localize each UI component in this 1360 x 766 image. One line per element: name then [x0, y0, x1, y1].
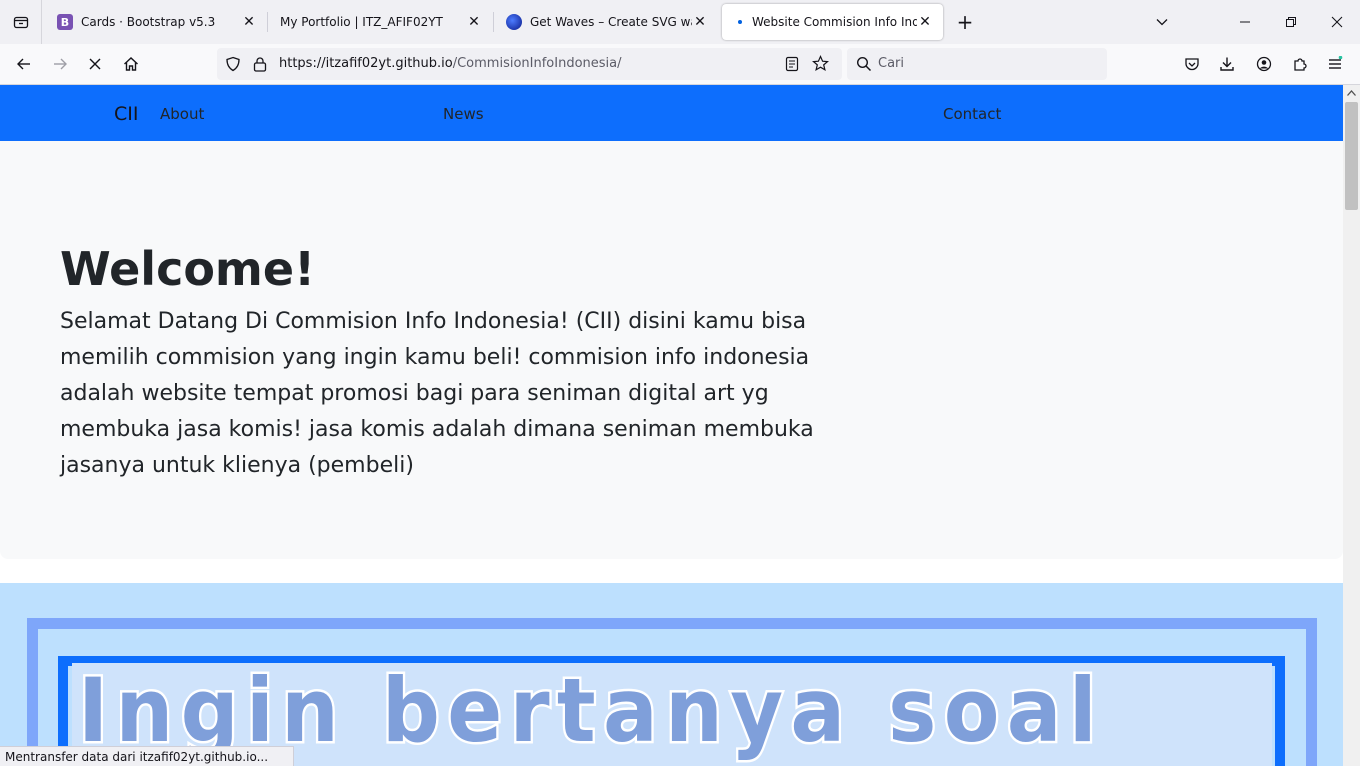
hero-section: Welcome! Selamat Datang Di Commision Inf… [0, 141, 1343, 559]
forward-button[interactable] [45, 50, 75, 78]
search-icon [856, 56, 872, 72]
bootstrap-icon: B [57, 14, 73, 30]
tab-strip: B Cards · Bootstrap v5.3 ✕ My Portfolio … [0, 0, 1360, 44]
restore-icon [1286, 17, 1296, 27]
pocket-button[interactable] [1177, 50, 1207, 78]
chevron-down-icon [1156, 19, 1168, 26]
site-brand-link[interactable]: CII [114, 103, 138, 125]
hero-text: Selamat Datang Di Commision Info Indones… [60, 309, 814, 478]
close-window-button[interactable] [1314, 0, 1360, 44]
tab-title: Website Commision Info Indon [752, 15, 917, 29]
nav-link-about[interactable]: About [160, 105, 204, 123]
question-banner-section: Ingin bertanya soal [0, 583, 1343, 766]
close-icon[interactable]: ✕ [466, 14, 482, 30]
pocket-icon [1185, 58, 1199, 71]
extensions-button[interactable] [1285, 50, 1315, 78]
close-icon[interactable]: ✕ [692, 14, 708, 30]
minimize-button[interactable] [1222, 0, 1268, 44]
tab-commision-info[interactable]: Website Commision Info Indon ✕ [722, 4, 943, 40]
tab-overview-button[interactable] [0, 0, 42, 44]
tab-get-waves[interactable]: Get Waves – Create SVG waves f ✕ [496, 4, 718, 40]
status-panel: Mentransfer data dari itzafif02yt.github… [0, 746, 294, 766]
tab-list-icon [13, 16, 28, 29]
restore-button[interactable] [1268, 0, 1314, 44]
search-placeholder: Cari [878, 56, 904, 71]
menu-button[interactable] [1320, 50, 1350, 78]
reader-view-icon[interactable] [785, 56, 799, 72]
page-scrollbar[interactable] [1343, 85, 1360, 766]
scroll-up-arrow-icon[interactable] [1346, 89, 1357, 97]
getwaves-icon [506, 14, 522, 30]
bookmark-star-icon[interactable] [812, 55, 829, 72]
account-button[interactable] [1249, 50, 1279, 78]
tab-bootstrap-cards[interactable]: B Cards · Bootstrap v5.3 ✕ [47, 4, 267, 40]
puzzle-icon [1294, 58, 1307, 71]
tab-title: Cards · Bootstrap v5.3 [81, 15, 216, 29]
search-bar[interactable]: Cari [847, 48, 1107, 80]
close-icon[interactable]: ✕ [917, 14, 933, 30]
arrow-left-icon [17, 58, 30, 70]
close-icon [1331, 16, 1343, 28]
download-icon [1220, 57, 1234, 71]
lock-icon[interactable] [253, 56, 267, 72]
site-navbar: CII About News Contact [0, 85, 1343, 141]
address-bar[interactable]: https://itzafif02yt.github.io/CommisionI… [217, 48, 842, 80]
close-icon[interactable]: ✕ [241, 14, 257, 30]
downloads-button[interactable] [1212, 50, 1242, 78]
hero-title: Welcome! [60, 242, 316, 296]
tab-title: My Portfolio | ITZ_AFIF02YT [280, 15, 443, 29]
shield-icon[interactable] [225, 56, 241, 72]
hamburger-menu-icon [1329, 56, 1343, 69]
scrollbar-thumb[interactable] [1345, 102, 1358, 210]
tab-portfolio[interactable]: My Portfolio | ITZ_AFIF02YT ✕ [270, 4, 492, 40]
tab-divider [267, 12, 268, 32]
url-path: /CommisionInfoIndonesia/ [452, 56, 622, 71]
tab-title: Get Waves – Create SVG waves f [530, 15, 692, 29]
nav-link-contact[interactable]: Contact [943, 105, 1001, 123]
url-host: https://itzafif02yt.github.io [279, 56, 453, 71]
arrow-right-icon [54, 58, 67, 70]
page-viewport: CII About News Contact Welcome! Selamat … [0, 85, 1343, 766]
stop-icon [89, 58, 101, 70]
stop-loading-button[interactable] [80, 50, 110, 78]
nav-link-news[interactable]: News [443, 105, 484, 123]
plus-icon: + [956, 10, 974, 34]
loading-dot-icon [732, 20, 748, 24]
url-text[interactable]: https://itzafif02yt.github.io/CommisionI… [279, 56, 622, 71]
tab-divider [493, 12, 494, 32]
back-button[interactable] [9, 50, 39, 78]
minimize-icon [1240, 21, 1250, 23]
list-all-tabs-button[interactable] [1139, 0, 1185, 44]
browser-toolbar: https://itzafif02yt.github.io/CommisionI… [0, 44, 1360, 85]
home-button[interactable] [116, 50, 146, 78]
account-icon [1256, 56, 1272, 72]
home-icon [124, 57, 138, 71]
new-tab-button[interactable]: + [953, 10, 977, 34]
